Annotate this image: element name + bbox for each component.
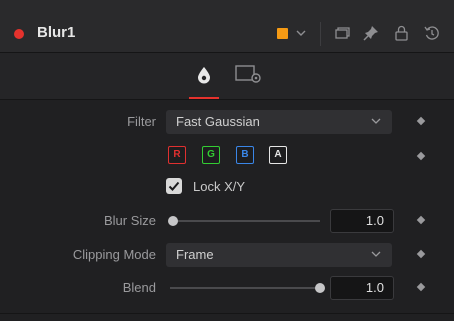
node-title: Blur1	[37, 24, 76, 41]
node-header[interactable]: Blur1	[0, 0, 454, 53]
filter-dropdown[interactable]: Fast Gaussian	[166, 110, 392, 134]
header-separator	[320, 22, 321, 46]
reset-icon[interactable]	[423, 24, 441, 42]
pin-icon[interactable]	[362, 24, 380, 42]
blur-size-value: 1.0	[365, 213, 384, 228]
blend-keyframe-icon[interactable]	[416, 282, 426, 292]
channels-row: R G B A	[0, 143, 454, 171]
channels-keyframe-icon[interactable]	[416, 151, 426, 161]
channel-r-letter: R	[173, 149, 181, 160]
blur-size-slider-handle[interactable]	[168, 216, 178, 226]
active-tab-indicator	[189, 97, 219, 99]
inspector-panel: Blur1 Filter Fast Gaussian R G B A Lock …	[0, 0, 454, 321]
node-active-dot[interactable]	[14, 29, 24, 39]
channel-b-toggle[interactable]: B	[236, 146, 254, 164]
clipping-mode-dropdown[interactable]: Frame	[166, 243, 392, 267]
panel-divider	[0, 313, 454, 314]
checkmark-icon	[168, 181, 180, 191]
drop-icon	[198, 67, 210, 84]
lock-xy-label: Lock X/Y	[193, 179, 246, 194]
blur-size-row: Blur Size 1.0	[0, 207, 454, 235]
blur-size-input[interactable]: 1.0	[330, 209, 394, 233]
channel-g-toggle[interactable]: G	[202, 146, 220, 164]
clipping-mode-row: Clipping Mode Frame	[0, 241, 454, 269]
chevron-down-icon	[371, 118, 381, 124]
filter-value: Fast Gaussian	[176, 114, 260, 129]
blend-label: Blend	[122, 280, 156, 295]
settings-gear-icon	[235, 65, 261, 83]
blend-input[interactable]: 1.0	[330, 276, 394, 300]
blur-size-slider-track[interactable]	[170, 220, 320, 222]
blur-size-keyframe-icon[interactable]	[416, 215, 426, 225]
versions-icon[interactable]	[333, 24, 351, 42]
blend-value: 1.0	[365, 280, 384, 295]
blend-row: Blend 1.0	[0, 274, 454, 302]
channel-r-toggle[interactable]: R	[168, 146, 186, 164]
tab-settings[interactable]	[230, 53, 270, 99]
inspector-tab-strip	[0, 53, 454, 100]
lock-xy-checkbox[interactable]	[166, 178, 182, 194]
clipping-mode-label: Clipping Mode	[72, 247, 156, 262]
blend-slider-handle[interactable]	[315, 283, 325, 293]
channel-g-letter: G	[207, 149, 215, 160]
channel-a-toggle[interactable]: A	[269, 146, 287, 164]
channel-b-letter: B	[241, 149, 249, 160]
color-chevron-icon[interactable]	[294, 26, 308, 40]
lock-icon[interactable]	[393, 24, 411, 42]
lock-xy-row: Lock X/Y	[0, 174, 454, 202]
clipping-mode-value: Frame	[176, 247, 214, 262]
channel-a-letter: A	[274, 149, 282, 160]
blur-size-label: Blur Size	[103, 213, 156, 228]
node-color-swatch[interactable]	[277, 28, 288, 39]
filter-keyframe-icon[interactable]	[416, 116, 426, 126]
chevron-down-icon	[371, 251, 381, 257]
tab-controls[interactable]	[184, 53, 224, 99]
filter-label: Filter	[127, 114, 156, 129]
clipping-mode-keyframe-icon[interactable]	[416, 249, 426, 259]
blend-slider-track[interactable]	[170, 287, 320, 289]
filter-row: Filter Fast Gaussian	[0, 108, 454, 136]
